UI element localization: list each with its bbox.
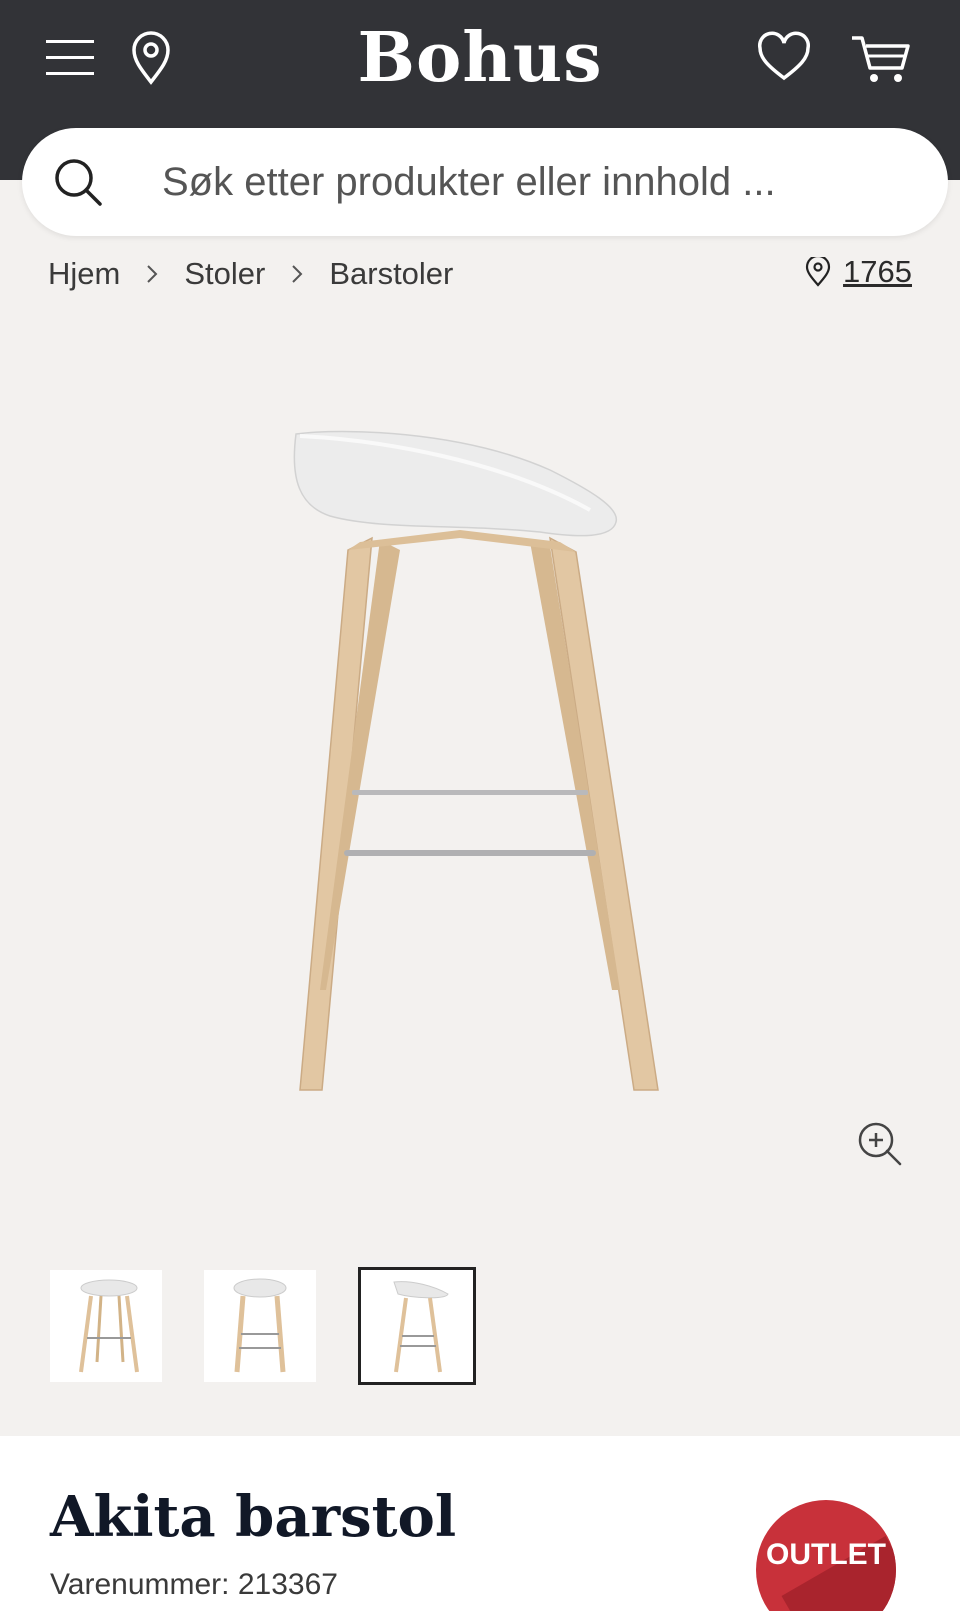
thumbnail-2[interactable] [204,1270,316,1382]
sku-label: Varenummer: [50,1568,230,1601]
product-sku: Varenummer: 213367 [50,1568,338,1602]
breadcrumb-item-hjem[interactable]: Hjem [48,256,120,292]
product-title: Akita barstol [50,1484,457,1550]
store-selector[interactable]: 1765 [805,254,912,290]
outlet-badge-label: OUTLET [766,1538,886,1571]
product-image-barstool[interactable] [260,430,700,1130]
thumbnail-barstool-image [233,1278,287,1373]
thumbnail-barstool-image [79,1279,139,1373]
thumbnail-3-selected[interactable] [358,1267,476,1385]
thumbnail-barstool-image [393,1281,449,1373]
breadcrumb: Hjem Stoler Barstoler [48,256,453,292]
thumbnail-1[interactable] [50,1270,162,1382]
breadcrumb-item-barstoler[interactable]: Barstoler [329,256,453,292]
location-pin-icon [805,257,831,287]
cart-icon[interactable] [850,30,914,86]
outlet-badge: OUTLET [756,1500,896,1611]
chevron-right-icon [147,265,158,283]
thumbnail-strip [50,1267,476,1385]
heart-icon[interactable] [756,30,812,86]
chevron-right-icon [292,265,303,283]
search-input[interactable] [162,154,902,210]
zoom-in-icon[interactable] [856,1120,904,1168]
search-icon[interactable] [52,156,104,208]
sku-value: 213367 [237,1568,338,1601]
product-info-panel: Akita barstol Varenummer: 213367 OUTLET [0,1436,960,1611]
store-number[interactable]: 1765 [843,254,912,290]
search-bar[interactable] [22,128,948,236]
breadcrumb-item-stoler[interactable]: Stoler [184,256,265,292]
bohus-logo[interactable]: Bohus [0,18,960,98]
